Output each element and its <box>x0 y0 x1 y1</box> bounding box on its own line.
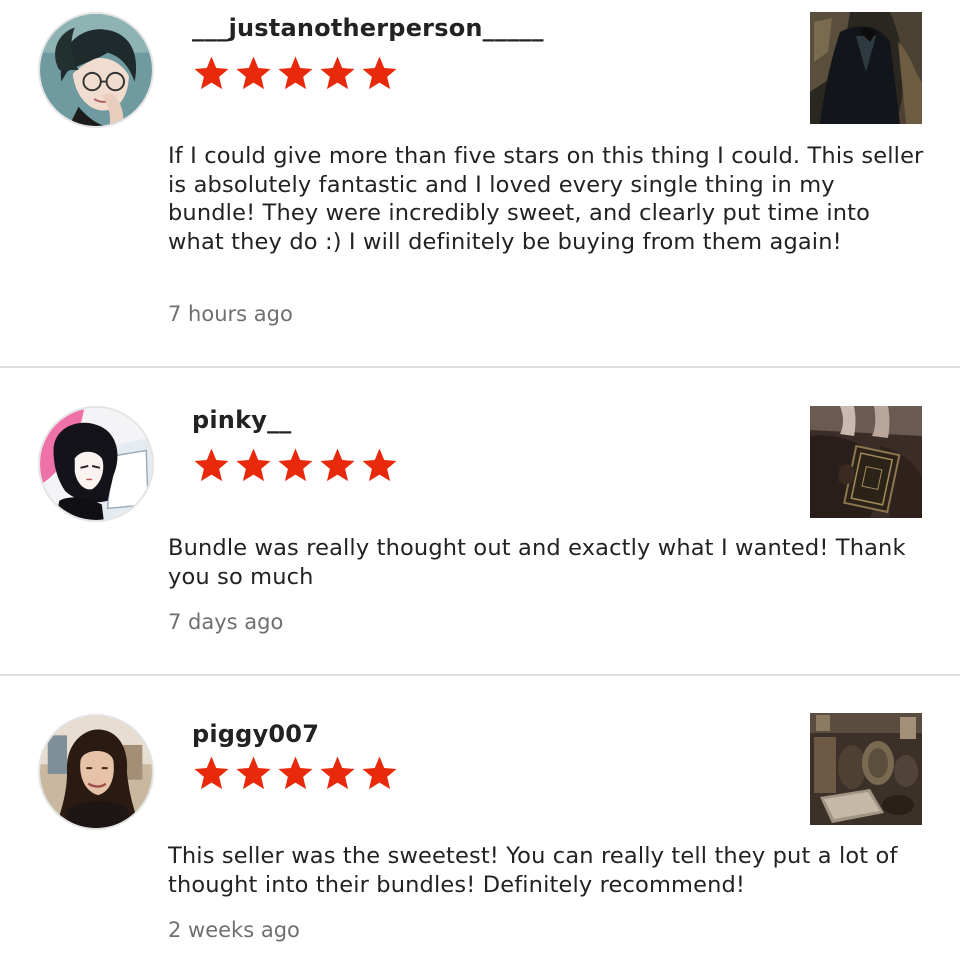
review-photo-thumbnail[interactable] <box>810 713 922 825</box>
star-icon <box>362 448 397 482</box>
star-icon <box>278 756 313 790</box>
star-icon <box>320 756 355 790</box>
star-icon <box>278 56 313 90</box>
star-rating <box>192 54 399 94</box>
dark-jacket-photo-icon <box>810 12 922 124</box>
star-rating <box>192 446 399 486</box>
book-in-hands-photo-icon <box>810 406 922 518</box>
star-icon <box>320 448 355 482</box>
review-timestamp: 2 weeks ago <box>168 918 300 942</box>
review-feed: ___justanotherperson_____ If I could giv… <box>0 0 960 960</box>
star-icon <box>194 756 229 790</box>
review-timestamp: 7 days ago <box>168 610 284 634</box>
reviewer-avatar[interactable] <box>38 714 154 830</box>
star-icon <box>236 56 271 90</box>
review-text: Bundle was really thought out and exactl… <box>168 535 906 590</box>
anime-girl-pink-avatar-icon <box>40 408 152 520</box>
reviewer-username[interactable]: ___justanotherperson_____ <box>192 14 544 42</box>
review-card: piggy007 This seller was the sweetest! Y… <box>0 676 960 960</box>
review-photo-thumbnail[interactable] <box>810 12 922 124</box>
star-icon <box>194 448 229 482</box>
reviewer-avatar[interactable] <box>38 12 154 128</box>
star-icon <box>320 56 355 90</box>
review-timestamp: 7 hours ago <box>168 302 293 326</box>
star-icon <box>194 56 229 90</box>
reviewer-avatar[interactable] <box>38 406 154 522</box>
star-icon <box>236 448 271 482</box>
review-card: pinky__ Bundle was really thought out an… <box>0 368 960 674</box>
star-icon <box>278 448 313 482</box>
star-rating <box>192 754 399 794</box>
review-text: If I could give more than five stars on … <box>168 143 924 255</box>
review-card: ___justanotherperson_____ If I could giv… <box>0 0 960 366</box>
review-text: This seller was the sweetest! You can re… <box>168 843 898 898</box>
reviewer-username[interactable]: pinky__ <box>192 406 292 434</box>
star-icon <box>236 756 271 790</box>
review-photo-thumbnail[interactable] <box>810 406 922 518</box>
woman-portrait-avatar-icon <box>40 716 152 828</box>
anime-man-glasses-avatar-icon <box>40 14 152 126</box>
vintage-objects-photo-icon <box>810 713 922 825</box>
reviewer-username[interactable]: piggy007 <box>192 720 319 748</box>
star-icon <box>362 56 397 90</box>
star-icon <box>362 756 397 790</box>
